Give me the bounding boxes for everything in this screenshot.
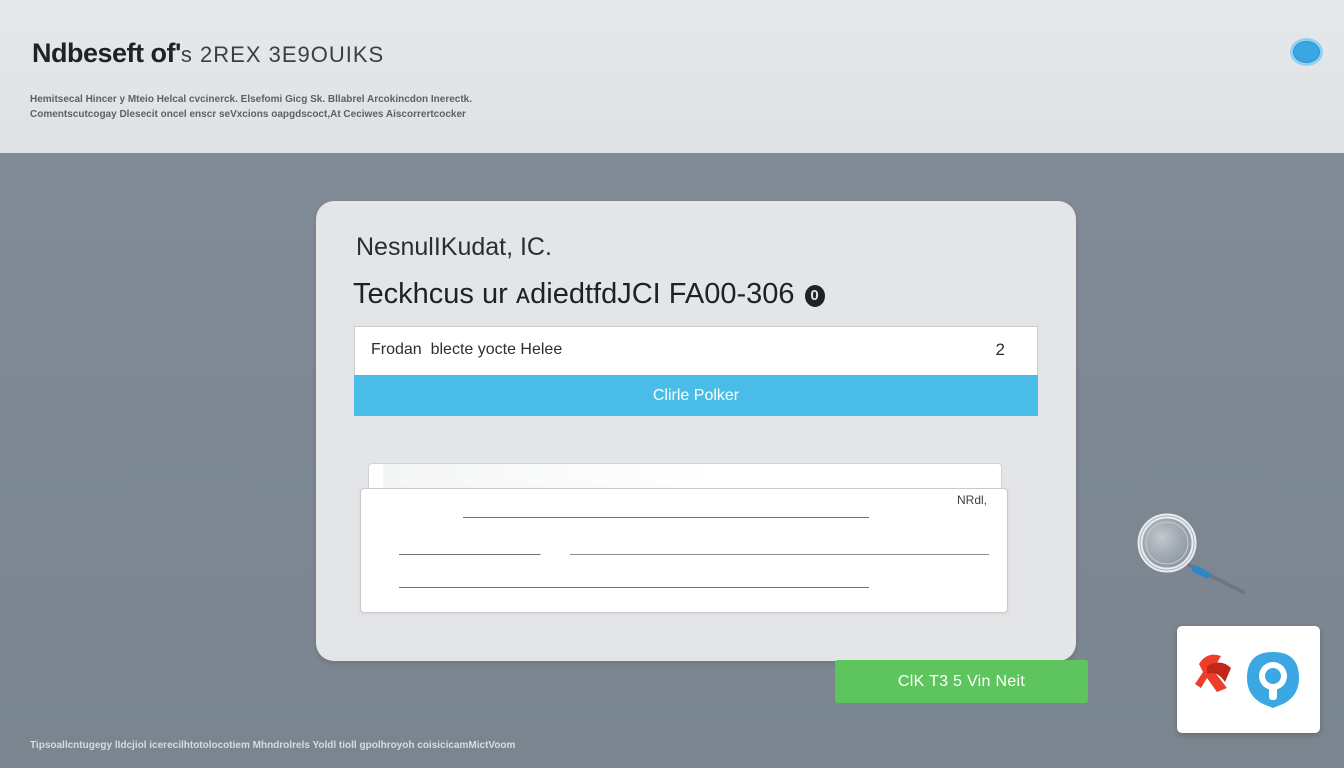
status-indicator-icon[interactable] bbox=[1290, 38, 1323, 66]
content-panel[interactable]: NRdl, bbox=[360, 488, 1008, 613]
magnifier-icon[interactable] bbox=[1133, 512, 1248, 597]
text-line bbox=[399, 554, 989, 555]
text-line bbox=[399, 587, 869, 588]
header-description-line: Hemitsecal Hincer y Mteio Helcal cvciner… bbox=[30, 94, 473, 105]
header-description-line: Comentscutcogay Dlesecit oncel enscr seV… bbox=[30, 109, 466, 120]
main-card: NesnulIKudat, IC. Teckhcus ur⁠ ᴀdiedtfdJ… bbox=[316, 201, 1076, 661]
header-description: Hemitsecal Hincer y Mteio Helcal cvciner… bbox=[30, 92, 670, 122]
panel-label: NRdl, bbox=[956, 493, 987, 507]
text-field[interactable]: 2 bbox=[354, 326, 1038, 375]
primary-button[interactable]: Clirle Polker bbox=[354, 375, 1038, 416]
page: Ndbeseft of's 2REX 3E9OUIKS Hemitsecal H… bbox=[0, 0, 1344, 768]
page-title-bold: Ndbeseft of' bbox=[32, 38, 181, 68]
card-subtitle: NesnulIKudat, IC. bbox=[356, 233, 552, 261]
footer-text: Tipsoallcntugegy lIdcjiol icerecilhtotol… bbox=[30, 740, 516, 751]
info-icon[interactable]: 0 bbox=[804, 285, 825, 307]
card-title: Teckhcus ur⁠ ᴀdiedtfdJCI FA00-306 0 bbox=[353, 278, 825, 311]
action-button[interactable]: ClK T3 5 Vin Neit bbox=[835, 660, 1088, 703]
header: Ndbeseft of's 2REX 3E9OUIKS Hemitsecal H… bbox=[0, 0, 1344, 153]
app-logo-icon[interactable] bbox=[1177, 626, 1320, 733]
page-title: Ndbeseft of's 2REX 3E9OUIKS bbox=[32, 38, 384, 69]
page-title-light: s 2REX 3E9OUIKS bbox=[180, 42, 385, 67]
card-title-text: Teckhcus ur⁠ ᴀdiedtfdJCI FA00-306 bbox=[353, 278, 795, 310]
text-field-input[interactable] bbox=[371, 341, 951, 359]
field-count: 2 bbox=[995, 340, 1005, 359]
text-line bbox=[463, 517, 869, 518]
